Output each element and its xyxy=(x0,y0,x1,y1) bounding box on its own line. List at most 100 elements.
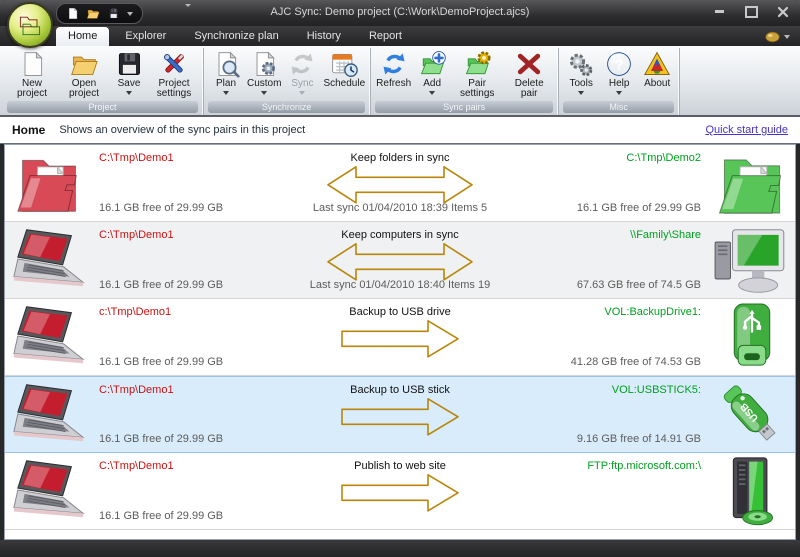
about-button[interactable]: About xyxy=(638,49,676,90)
sync-pair-row-folders[interactable]: C:\Tmp\Demo1 16.1 GB free of 29.99 GB Ke… xyxy=(5,145,795,222)
window-controls xyxy=(710,5,792,18)
green-usb-stick-icon xyxy=(711,380,793,451)
target-free-space: 41.28 GB free of 74.53 GB xyxy=(571,356,701,368)
target-free-space: 16.1 GB free of 29.99 GB xyxy=(577,202,701,214)
sync-pair-row-usb-stick[interactable]: C:\Tmp\Demo1 16.1 GB free of 29.99 GB Ba… xyxy=(5,376,795,453)
dropdown-arrow-icon xyxy=(223,91,229,95)
palette-icon xyxy=(765,31,780,43)
target-free-space: 67.63 GB free of 74.5 GB xyxy=(577,279,701,291)
dropdown-arrow-icon xyxy=(126,91,132,95)
group-label-sync-pairs: Sync pairs xyxy=(375,101,553,113)
window-title: AJC Sync: Demo project (C:\Work\DemoProj… xyxy=(100,6,700,18)
about-triangle-icon xyxy=(643,50,671,78)
green-folder-icon xyxy=(711,148,793,219)
dropdown-arrow-icon xyxy=(578,91,584,95)
green-usb-drive-icon xyxy=(711,302,793,373)
sync-pair-row-usb-drive[interactable]: c:\Tmp\Demo1 16.1 GB free of 29.99 GB Ba… xyxy=(5,299,795,376)
help-button[interactable]: ? Help xyxy=(600,49,638,96)
plan-button[interactable]: Plan xyxy=(207,49,245,96)
source-path: C:\Tmp\Demo1 xyxy=(99,384,174,396)
red-laptop-icon xyxy=(11,381,87,449)
new-project-button[interactable]: New project xyxy=(6,49,58,100)
title-bar[interactable]: AJC Sync: Demo project (C:\Work\DemoProj… xyxy=(0,0,800,26)
page-header: Home Shows an overview of the sync pairs… xyxy=(0,117,800,144)
new-document-icon xyxy=(18,50,46,78)
minimize-button[interactable] xyxy=(710,5,728,18)
target-path: \\Family\Share xyxy=(630,229,701,241)
refresh-button[interactable]: Refresh xyxy=(374,49,413,90)
help-icon: ? xyxy=(605,50,633,78)
red-x-icon xyxy=(515,50,543,78)
save-button[interactable]: Save xyxy=(110,49,148,96)
ribbon-group-misc: Tools ? Help About Misc xyxy=(559,48,680,115)
custom-gear-icon xyxy=(250,50,278,78)
sync-right-arrow-icon xyxy=(339,316,461,362)
sync-right-arrow-icon xyxy=(339,470,461,516)
refresh-icon xyxy=(380,50,408,78)
calendar-clock-icon xyxy=(330,50,358,78)
close-button[interactable] xyxy=(774,5,792,18)
ribbon-tab-bar: Home Explorer Synchronize plan History R… xyxy=(0,26,800,46)
delete-pair-button[interactable]: Delete pair xyxy=(503,49,555,100)
gears-icon xyxy=(567,50,595,78)
dropdown-arrow-icon xyxy=(261,91,267,95)
group-label-project: Project xyxy=(7,101,198,113)
pair-settings-button[interactable]: Pair settings xyxy=(451,49,503,100)
tab-home[interactable]: Home xyxy=(56,27,109,46)
group-label-synchronize: Synchronize xyxy=(208,101,365,113)
style-dropdown-icon xyxy=(784,35,790,39)
ribbon-group-sync-pairs: Refresh Add Pair settings Delete pair Sy… xyxy=(371,48,559,115)
sync-pair-list: C:\Tmp\Demo1 16.1 GB free of 29.99 GB Ke… xyxy=(4,144,796,540)
dropdown-arrow-icon xyxy=(299,91,305,95)
custom-button[interactable]: Custom xyxy=(245,49,283,96)
target-path: FTP:ftp.microsoft.com:\ xyxy=(587,460,701,472)
schedule-button[interactable]: Schedule xyxy=(321,49,367,90)
ribbon-group-synchronize: Plan Custom Sync Schedule Synchronize xyxy=(204,48,371,115)
plan-magnifier-icon xyxy=(212,50,240,78)
sync-pair-row-web-site[interactable]: C:\Tmp\Demo1 16.1 GB free of 29.99 GB Pu… xyxy=(5,453,795,530)
red-folder-icon xyxy=(11,149,87,217)
tools-button[interactable]: Tools xyxy=(562,49,600,96)
page-title: Home xyxy=(12,123,45,137)
green-server-icon xyxy=(711,456,793,527)
page-subtitle: Shows an overview of the sync pairs in t… xyxy=(59,124,305,136)
floppy-disk-icon xyxy=(115,50,143,78)
sync-button: Sync xyxy=(283,49,321,96)
tab-explorer[interactable]: Explorer xyxy=(113,27,178,46)
red-laptop-icon xyxy=(11,226,87,294)
sync-pair-row-computers[interactable]: C:\Tmp\Demo1 16.1 GB free of 29.99 GB Ke… xyxy=(5,222,795,299)
window-bottom-frame xyxy=(0,540,800,557)
app-logo-icon xyxy=(16,11,44,39)
quick-start-guide-link[interactable]: Quick start guide xyxy=(705,124,788,136)
red-laptop-icon xyxy=(11,457,87,525)
svg-text:?: ? xyxy=(615,57,624,73)
group-label-misc: Misc xyxy=(563,101,674,113)
source-free-space: 16.1 GB free of 29.99 GB xyxy=(99,510,223,522)
sync-right-arrow-icon xyxy=(339,393,461,439)
target-free-space: 9.16 GB free of 14.91 GB xyxy=(577,433,701,445)
add-pair-button[interactable]: Add xyxy=(413,49,451,96)
add-folder-icon xyxy=(418,50,446,78)
app-menu-button[interactable] xyxy=(7,2,53,48)
last-sync-status: Last sync 01/04/2010 18:40 Items 19 xyxy=(205,279,595,291)
app-window: AJC Sync: Demo project (C:\Work\DemoProj… xyxy=(0,0,800,557)
target-path: VOL:USBSTICK5: xyxy=(612,384,701,396)
ribbon: New project Open project Save Project se… xyxy=(0,46,800,117)
open-folder-icon[interactable] xyxy=(86,7,100,20)
source-path: C:\Tmp\Demo1 xyxy=(99,152,174,164)
source-path: c:\Tmp\Demo1 xyxy=(99,306,171,318)
tab-report[interactable]: Report xyxy=(357,27,414,46)
source-free-space: 16.1 GB free of 29.99 GB xyxy=(99,433,223,445)
tab-history[interactable]: History xyxy=(295,27,353,46)
project-settings-button[interactable]: Project settings xyxy=(148,49,200,100)
red-laptop-icon xyxy=(11,303,87,371)
maximize-button[interactable] xyxy=(742,5,760,18)
source-path: C:\Tmp\Demo1 xyxy=(99,229,174,241)
tab-synchronize-plan[interactable]: Synchronize plan xyxy=(182,27,290,46)
sync-both-arrow-icon xyxy=(325,162,475,208)
open-project-button[interactable]: Open project xyxy=(58,49,110,100)
target-path: C:\Tmp\Demo2 xyxy=(626,152,701,164)
new-document-icon[interactable] xyxy=(66,7,79,20)
style-selector-button[interactable] xyxy=(765,31,790,43)
source-path: C:\Tmp\Demo1 xyxy=(99,460,174,472)
